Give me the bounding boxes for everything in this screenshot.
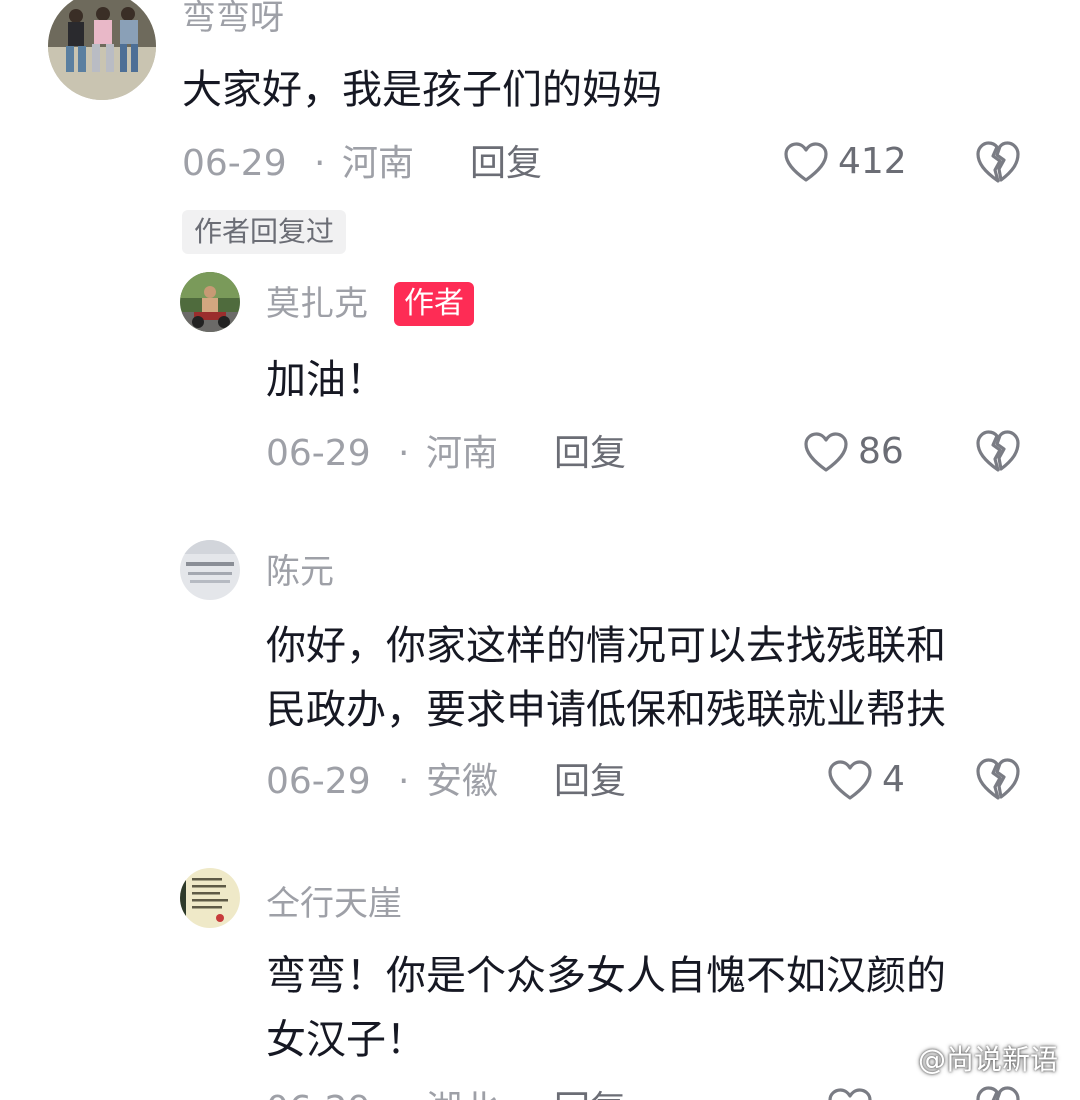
like-button[interactable]: 86 bbox=[802, 430, 904, 474]
heart-outline-icon bbox=[828, 760, 872, 800]
watermark-text: @尚说新语 bbox=[917, 1043, 1058, 1076]
avatar[interactable] bbox=[180, 272, 240, 332]
author-replied-tag: 作者回复过 bbox=[182, 210, 347, 254]
comment-location: 河南 bbox=[342, 143, 415, 184]
comment-item: 弯弯呀 大家好，我是孩子们的妈妈 06-29 · 河南 回复 412 作者回复过 bbox=[0, 0, 1080, 260]
heart-outline-icon bbox=[784, 142, 828, 182]
broken-heart-icon[interactable] bbox=[974, 756, 1022, 802]
comment-location: 湖北 bbox=[426, 1088, 498, 1100]
avatar[interactable] bbox=[180, 868, 240, 928]
reply-button[interactable]: 回复 bbox=[554, 432, 626, 476]
like-count: 86 bbox=[858, 431, 904, 472]
comment-location: 河南 bbox=[426, 433, 499, 474]
comment-date: 06-29 bbox=[266, 1088, 371, 1100]
comment-text: 大家好，我是孩子们的妈妈 bbox=[182, 67, 662, 113]
comment-item: 莫扎克 作者 加油！ 06-29 · 河南 回复 86 bbox=[0, 260, 1080, 500]
meta-separator: · bbox=[398, 761, 410, 802]
reply-button[interactable]: 回复 bbox=[554, 760, 626, 804]
comment-text: 加油！ bbox=[266, 357, 386, 403]
comment-item: 陈元 你好，你家这样的情况可以去找残联和 民政办，要求申请低保和残联就业帮扶 0… bbox=[0, 530, 1080, 830]
watermark: @尚说新语 bbox=[882, 1042, 1058, 1078]
meta-separator: · bbox=[398, 433, 410, 474]
author-badge: 作者 bbox=[394, 282, 474, 326]
reply-button[interactable]: 回复 bbox=[470, 142, 542, 186]
broken-heart-icon[interactable] bbox=[974, 428, 1022, 474]
comment-location: 安徽 bbox=[426, 761, 499, 802]
heart-outline-icon[interactable] bbox=[826, 1086, 874, 1100]
meta-separator: · bbox=[314, 143, 326, 184]
comment-text: 女汉子！ bbox=[266, 1017, 426, 1063]
heart-outline-icon bbox=[804, 432, 848, 472]
like-count: 412 bbox=[838, 141, 907, 182]
broken-heart-icon[interactable] bbox=[974, 139, 1022, 185]
like-count: 4 bbox=[882, 759, 905, 800]
avatar[interactable] bbox=[180, 540, 240, 600]
comment-text: 民政办，要求申请低保和残联就业帮扶 bbox=[266, 687, 946, 733]
reply-button[interactable]: 回复 bbox=[554, 1088, 626, 1100]
comment-text: 弯弯！你是个众多女人自愧不如汉颜的 bbox=[266, 953, 946, 999]
avatar[interactable] bbox=[48, 0, 156, 100]
comment-username[interactable]: 陈元 bbox=[266, 552, 334, 592]
comment-username[interactable]: 仝行天崖 bbox=[266, 884, 402, 924]
comment-username[interactable]: 弯弯呀 bbox=[182, 0, 284, 38]
comment-date: 06-29 bbox=[266, 761, 371, 802]
like-button[interactable]: 4 bbox=[826, 758, 905, 802]
comment-date: 06-29 bbox=[266, 433, 371, 474]
comment-username[interactable]: 莫扎克 bbox=[266, 284, 368, 324]
comment-date: 06-29 bbox=[182, 143, 287, 184]
meta-separator: · bbox=[398, 1088, 409, 1100]
broken-heart-icon[interactable] bbox=[974, 1084, 1022, 1100]
like-button[interactable]: 412 bbox=[782, 140, 907, 184]
comment-text: 你好，你家这样的情况可以去找残联和 bbox=[266, 623, 946, 669]
paw-icon bbox=[882, 1045, 912, 1075]
